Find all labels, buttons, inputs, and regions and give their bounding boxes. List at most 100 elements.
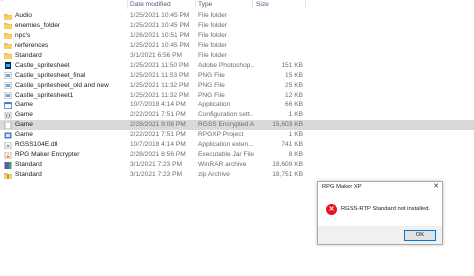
file-name: Standard (15, 171, 42, 178)
file-name: Castle_spritesheet_old and new (15, 81, 109, 89)
file-type: File folder (198, 21, 227, 29)
file-name: Castle_spritesheet_final (15, 71, 86, 79)
column-divider[interactable] (127, 0, 128, 9)
file-size: 1 KB (288, 131, 303, 139)
file-row[interactable]: Audio 1/25/2021 10:45 PM File folder (0, 11, 474, 21)
file-name: Game (15, 111, 33, 119)
dialog-title-bar[interactable]: RPG Maker XP ✕ (318, 182, 442, 193)
dialog-footer: OK (318, 226, 442, 244)
folder-icon (4, 22, 12, 30)
file-name: enemies_folder (15, 21, 61, 29)
file-name: Castle_spritesheet (15, 61, 70, 69)
file-type: RGSS Encrypted A... (198, 121, 254, 129)
file-size: 18,609 KB (272, 161, 303, 169)
close-icon[interactable]: ✕ (433, 183, 439, 191)
file-type: File folder (198, 31, 227, 39)
file-row[interactable]: Castle_spritesheet1 1/25/2021 11:32 PM PNG… (0, 91, 474, 101)
folder-icon (4, 32, 12, 40)
file-type: File folder (198, 41, 227, 49)
column-header-size[interactable]: Size (256, 0, 269, 9)
file-date: 1/25/2021 10:45 PM (130, 21, 190, 29)
png-file-icon (4, 71, 12, 80)
photoshop-file-icon (4, 62, 12, 70)
png-file-icon (4, 81, 12, 90)
file-date: 2/28/2021 9:08 PM (130, 121, 186, 129)
file-row[interactable]: Game 2/22/2021 7:51 PM Configuration sett.… (0, 110, 474, 120)
error-icon: ✕ (326, 204, 337, 215)
file-type: Configuration sett... (198, 111, 254, 119)
column-header-date[interactable]: Date modified (130, 0, 171, 9)
png-file-icon (4, 91, 12, 100)
file-size: 741 KB (281, 141, 303, 149)
file-size: 15 KB (285, 71, 303, 79)
file-type: PNG File (198, 71, 225, 79)
file-row[interactable]: Standard 3/1/2021 7:23 PM WinRAR archive 18… (0, 160, 474, 170)
file-date: 3/1/2021 7:23 PM (130, 171, 183, 178)
column-header-bar: ⌃ Date modified Type Size (0, 0, 474, 9)
file-name: Game (15, 101, 33, 109)
file-date: 10/7/2018 4:14 PM (130, 141, 186, 149)
file-date: 1/25/2021 11:53 PM (130, 71, 189, 79)
file-row[interactable]: Castle_spritesheet_final 1/25/2021 11:53 … (0, 71, 474, 81)
file-list: Audio 1/25/2021 10:45 PM File folder enemie… (0, 11, 474, 180)
file-type: Adobe Photoshop... (198, 61, 254, 69)
error-dialog: RPG Maker XP ✕ ✕ RGSS-RTP Standard not i… (317, 181, 443, 245)
file-row[interactable]: npc's 1/26/2021 10:51 PM File folder (0, 31, 474, 41)
file-name: Game (15, 121, 33, 129)
file-type: PNG File (198, 91, 225, 99)
rgss-archive-icon (4, 121, 12, 130)
column-header-type[interactable]: Type (198, 0, 212, 9)
file-row[interactable]: RGSS104E.dll 10/7/2018 4:14 PM Application… (0, 140, 474, 150)
file-date: 1/25/2021 11:50 PM (130, 61, 189, 69)
dialog-message: RGSS-RTP Standard not installed. (341, 206, 431, 212)
ok-button[interactable]: OK (404, 230, 436, 241)
file-name: RGSS104E.dll (15, 141, 58, 149)
winrar-archive-icon (4, 161, 12, 169)
file-type: zip Archive (198, 171, 230, 178)
file-name: Standard (15, 51, 42, 59)
file-row[interactable]: RPG Maker Encrypter 2/28/2021 8:56 PM Exec… (0, 150, 474, 160)
file-row[interactable]: Game 10/7/2018 4:14 PM Application 66 KB (0, 100, 474, 110)
dialog-title: RPG Maker XP (322, 184, 362, 190)
file-date: 1/25/2021 11:32 PM (130, 81, 189, 89)
file-size: 151 KB (281, 61, 303, 69)
file-date: 3/1/2021 6:56 PM (130, 51, 183, 59)
zip-archive-icon (4, 172, 12, 179)
rpgxp-project-icon (4, 132, 12, 139)
file-date: 1/25/2021 11:32 PM (130, 91, 189, 99)
file-row[interactable]: Castle_spritesheet_old and new 1/25/2021 … (0, 81, 474, 91)
file-name: rerferences (15, 41, 49, 49)
file-row[interactable]: Castle_spritesheet 1/25/2021 11:50 PM Adob… (0, 61, 474, 71)
file-date: 2/22/2021 7:51 PM (130, 131, 186, 139)
dll-file-icon (4, 141, 12, 149)
file-size: 66 KB (285, 101, 303, 109)
application-icon (4, 102, 12, 109)
file-row[interactable]: enemies_folder 1/25/2021 10:45 PM File fol… (0, 21, 474, 31)
config-file-icon (4, 111, 12, 120)
file-date: 1/25/2021 10:45 PM (130, 41, 190, 49)
file-row[interactable]: rerferences 1/25/2021 10:45 PM File folder (0, 41, 474, 51)
column-divider[interactable] (305, 0, 306, 9)
file-name: Audio (15, 12, 32, 19)
dialog-body: ✕ RGSS-RTP Standard not installed. (318, 193, 442, 226)
file-type: RPGXP Project (198, 131, 244, 139)
file-row[interactable]: Game 2/28/2021 9:08 PM RGSS Encrypted A...… (0, 120, 474, 131)
file-date: 3/1/2021 7:23 PM (130, 161, 183, 169)
file-size: 15,603 KB (272, 121, 303, 129)
file-name: Standard (15, 161, 42, 169)
file-type: File folder (198, 51, 227, 59)
file-type: PNG File (198, 81, 225, 89)
file-name: Castle_spritesheet1 (15, 91, 74, 99)
file-row[interactable]: Standard 3/1/2021 7:23 PM zip Archive 18,75… (0, 170, 474, 180)
file-date: 1/26/2021 10:51 PM (130, 31, 190, 39)
file-size: 8 KB (288, 151, 303, 159)
folder-icon (4, 42, 12, 50)
jar-file-icon (4, 151, 12, 159)
file-size: 1 KB (288, 111, 303, 119)
file-date: 10/7/2018 4:14 PM (130, 101, 186, 109)
column-divider[interactable] (252, 0, 253, 9)
file-row[interactable]: Game 2/22/2021 7:51 PM RPGXP Project 1 KB (0, 130, 474, 140)
file-row[interactable]: Standard 3/1/2021 6:56 PM File folder (0, 51, 474, 61)
file-type: WinRAR archive (198, 161, 247, 169)
column-divider[interactable] (195, 0, 196, 9)
